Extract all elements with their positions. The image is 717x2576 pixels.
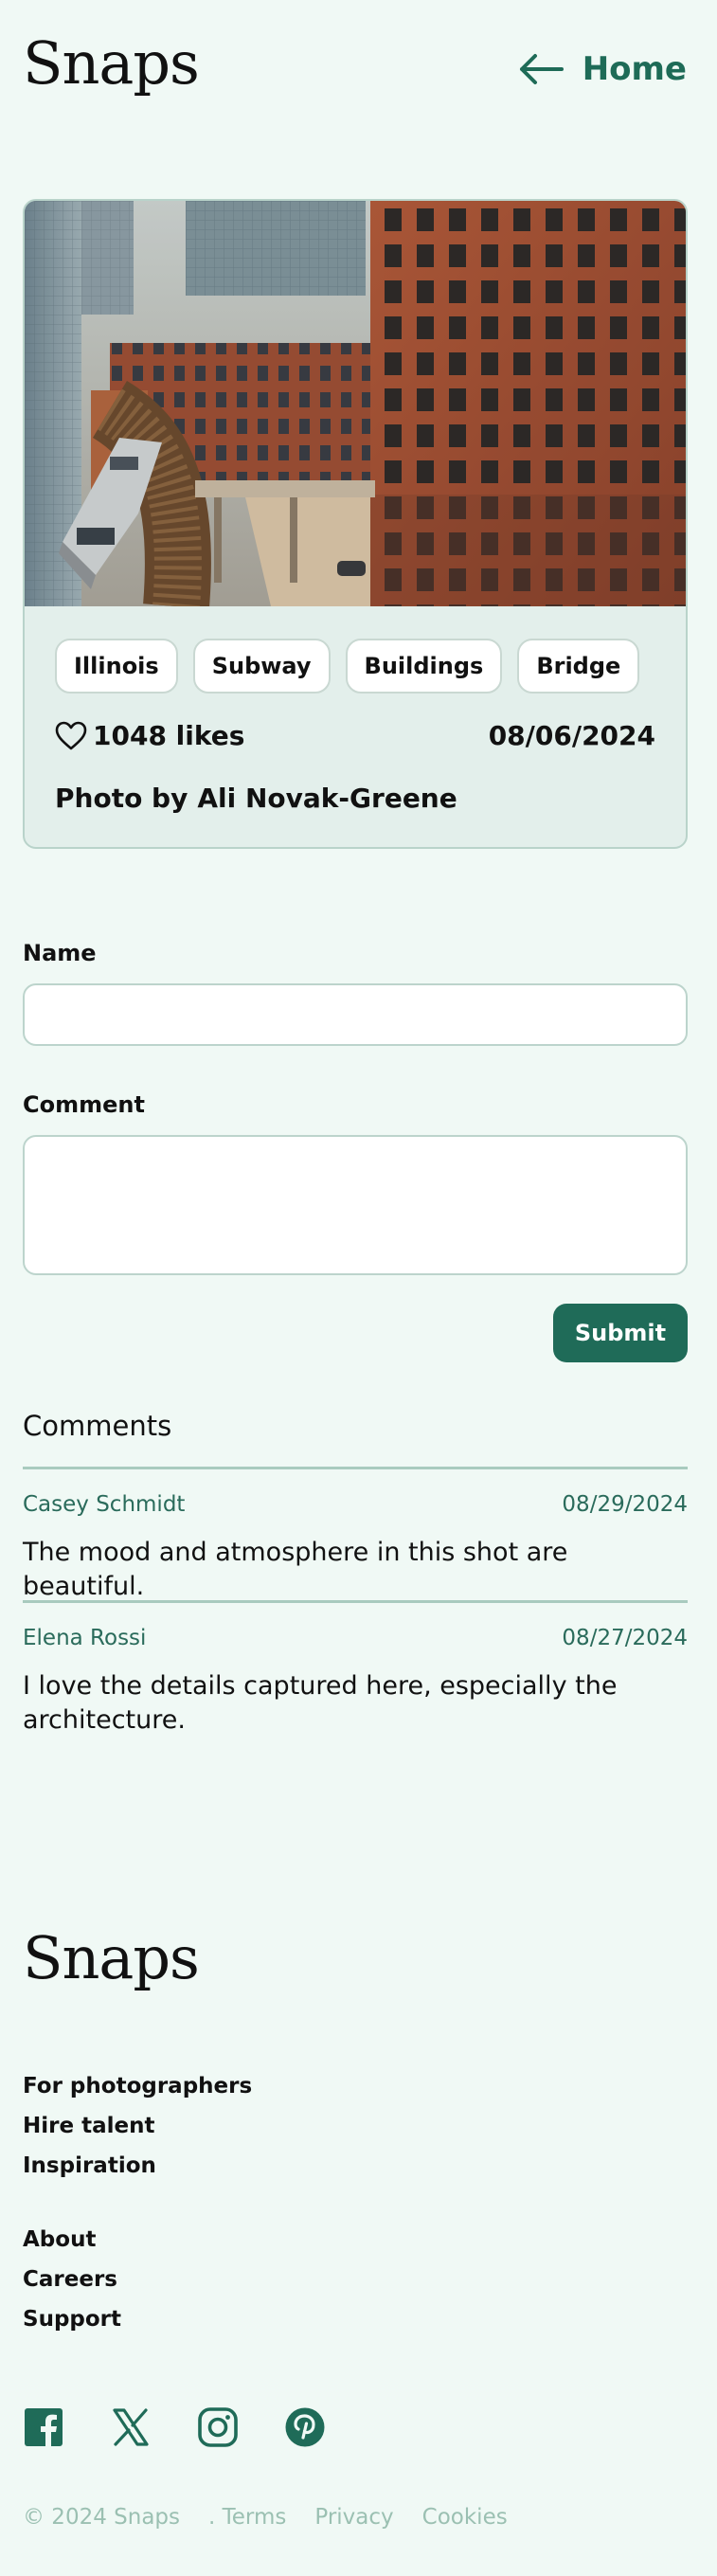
photo-date: 08/06/2024 (488, 720, 655, 751)
photo-image (25, 201, 686, 606)
facebook-icon[interactable] (23, 2406, 64, 2448)
comment-text: The mood and atmosphere in this shot are… (23, 1538, 568, 1601)
footer-link-about[interactable]: About (23, 2226, 121, 2253)
instagram-icon[interactable] (197, 2406, 239, 2448)
heart-icon[interactable] (55, 721, 87, 751)
privacy-link[interactable]: Privacy (314, 2505, 393, 2530)
tag-illinois[interactable]: Illinois (55, 639, 178, 694)
cookies-link[interactable]: Cookies (422, 2505, 508, 2530)
likes: 1048 likes (55, 720, 244, 751)
comment-author: Elena Rossi (23, 1626, 147, 1650)
footer-link-careers[interactable]: Careers (23, 2266, 121, 2293)
photo-card: Illinois Subway Buildings Bridge 1048 li… (23, 199, 688, 849)
home-link[interactable]: Home (518, 47, 687, 91)
footer-link-hire-talent[interactable]: Hire talent (23, 2113, 252, 2139)
name-field[interactable] (23, 983, 688, 1046)
arrow-left-icon (519, 54, 564, 84)
tag-subway[interactable]: Subway (192, 639, 331, 694)
social-links (23, 2406, 326, 2448)
footer-nav-secondary: About Careers Support (23, 2226, 121, 2333)
comments-title: Comments (23, 1410, 172, 1442)
tag-bridge[interactable]: Bridge (517, 639, 640, 694)
copyright: © 2024 Snaps (23, 2505, 181, 2530)
comment-date: 08/27/2024 (562, 1626, 688, 1650)
legal-bar: © 2024 Snaps . Terms Privacy Cookies (23, 2505, 508, 2530)
comment-date: 08/29/2024 (562, 1492, 688, 1517)
comment-item: Elena Rossi 08/27/2024 I love the detail… (23, 1600, 688, 1752)
comment-item: Casey Schmidt 08/29/2024 The mood and at… (23, 1467, 688, 1601)
comment-author: Casey Schmidt (23, 1492, 186, 1517)
footer-link-inspiration[interactable]: Inspiration (23, 2153, 252, 2179)
tag-buildings[interactable]: Buildings (345, 639, 503, 694)
comment-text: I love the details captured here, especi… (23, 1671, 618, 1735)
tag-list: Illinois Subway Buildings Bridge (55, 639, 640, 694)
site-header: Snaps Home (0, 0, 717, 142)
submit-button[interactable]: Submit (553, 1304, 688, 1362)
comment-field[interactable] (23, 1135, 688, 1275)
pinterest-icon[interactable] (284, 2406, 326, 2448)
photo-credit: Photo by Ali Novak-Greene (55, 783, 457, 814)
x-icon[interactable] (110, 2406, 152, 2448)
site-logo[interactable]: Snaps (23, 28, 200, 98)
footer-nav-primary: For photographers Hire talent Inspiratio… (23, 2073, 252, 2179)
terms-link[interactable]: . Terms (208, 2505, 286, 2530)
home-link-label: Home (582, 50, 687, 88)
likes-count: 1048 likes (93, 720, 245, 751)
credit-prefix: Photo by (55, 783, 188, 814)
footer-logo[interactable]: Snaps (23, 1923, 200, 1992)
footer-link-for-photographers[interactable]: For photographers (23, 2073, 252, 2099)
photographer-name: Ali Novak-Greene (197, 783, 457, 814)
comment-label: Comment (23, 1091, 145, 1118)
name-label: Name (23, 940, 97, 966)
footer-link-support[interactable]: Support (23, 2306, 121, 2333)
